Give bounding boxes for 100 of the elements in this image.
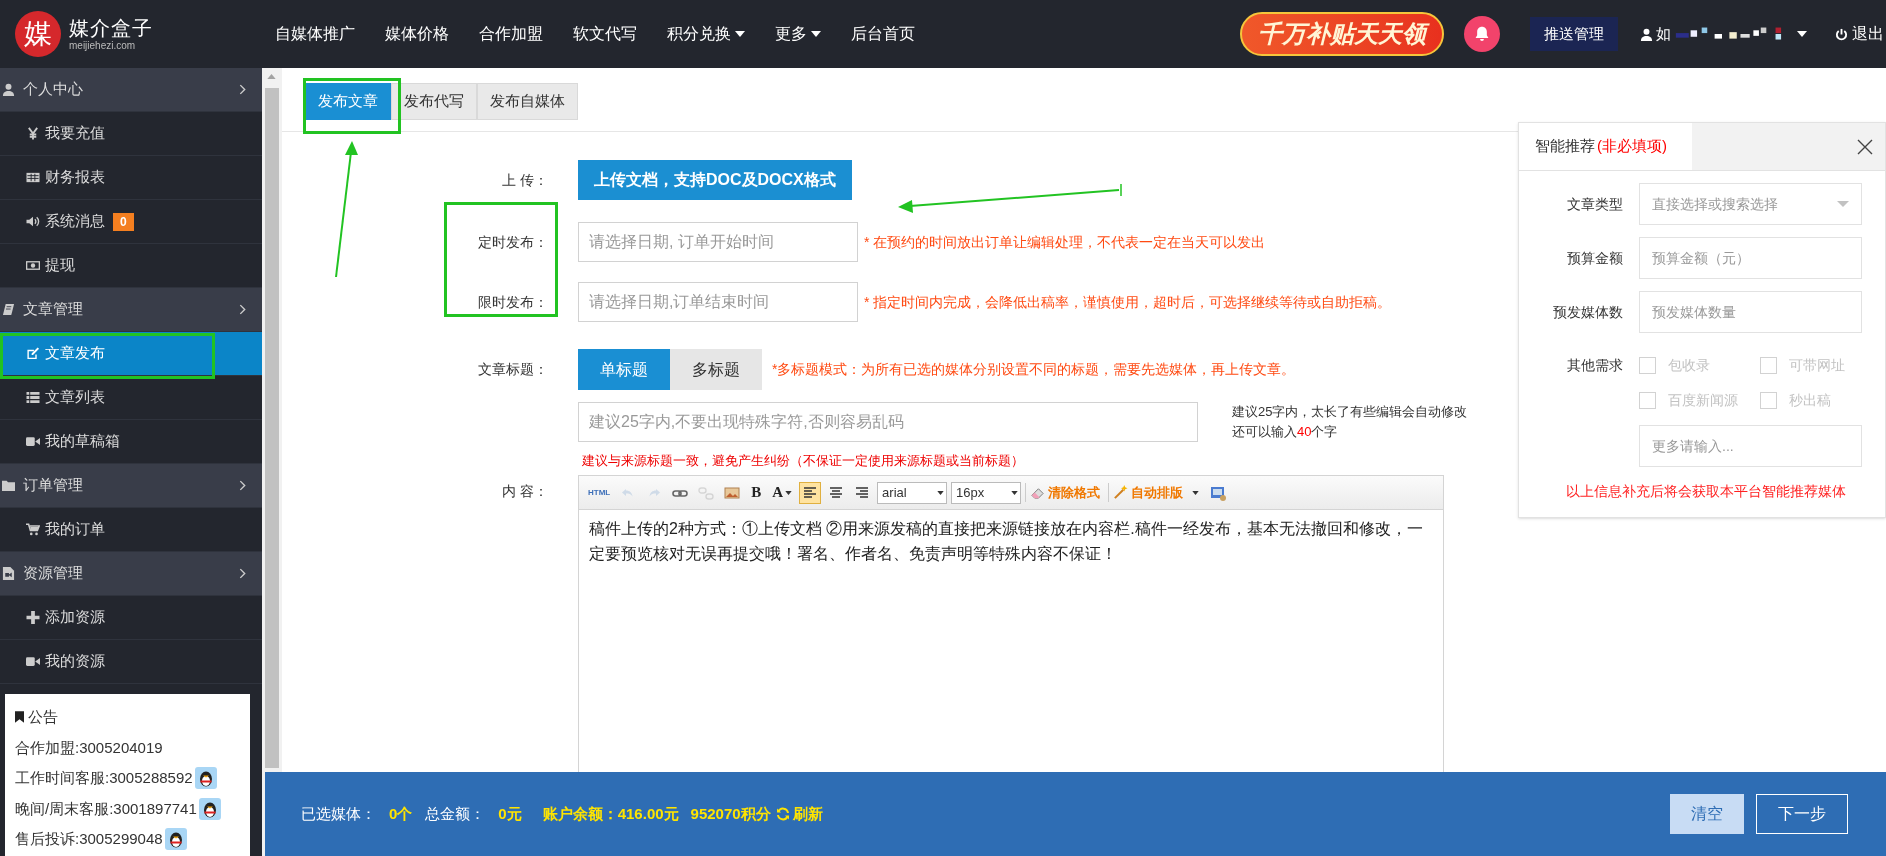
field-label: 文章标题： xyxy=(477,360,549,379)
input-field[interactable]: 预算金额（元） xyxy=(1639,237,1862,279)
caret-icon xyxy=(1797,31,1807,37)
penguin-icon[interactable] xyxy=(198,797,221,820)
points-text: 952070积分 xyxy=(690,803,771,824)
item-label: 文章列表 xyxy=(45,387,105,408)
date-field[interactable]: 请选择日期,订单结束时间 xyxy=(578,282,858,322)
banknote-icon xyxy=(26,259,40,272)
title-mode-toggle[interactable]: 单标题 xyxy=(578,349,670,390)
notes-field[interactable]: 更多请输入... xyxy=(1639,425,1862,467)
notification-button[interactable] xyxy=(1464,16,1500,52)
title-field[interactable]: 建议25字内,不要出现特殊字符,否则容易乱码 xyxy=(578,402,1198,442)
html-button[interactable]: HTML xyxy=(585,486,614,499)
promo-banner[interactable]: 千万补贴天天领 xyxy=(1240,12,1444,56)
nav-link[interactable]: 软文代写 xyxy=(573,22,637,46)
tab[interactable]: 发布自媒体 xyxy=(477,83,578,120)
caret-icon xyxy=(1192,490,1200,495)
contact-line: 工作时间客服:3005288592 xyxy=(15,768,193,788)
field-label: 限时发布： xyxy=(477,292,549,312)
sidebar-item[interactable]: 文章发布 xyxy=(0,332,262,376)
font-color-button[interactable]: A xyxy=(769,481,796,504)
field-label: 文章类型 xyxy=(1566,194,1624,214)
announcement-title: 公告 xyxy=(28,707,58,727)
upload-button[interactable]: 上传文档，支持DOC及DOCX格式 xyxy=(578,160,852,200)
chevron-icon xyxy=(239,480,246,491)
next-step-button[interactable]: 下一步 xyxy=(1756,794,1848,834)
align-left-button[interactable] xyxy=(799,481,822,504)
logout-link[interactable]: 退出 xyxy=(1835,22,1886,46)
remaining-count-text: 还可以输入40个字 xyxy=(1232,423,1339,441)
hint-text: 建议25字内，太长了有些编辑会自动修改 xyxy=(1232,403,1468,421)
align-center-icon xyxy=(828,484,845,501)
title-mode-toggle[interactable]: 多标题 xyxy=(670,349,762,390)
item-label: 我的订单 xyxy=(45,519,105,540)
editor-content: 稿件上传的2种方式：①上传文档 ②用来源发稿的直接把来源链接放在内容栏.稿件一经发布，基本无法撤回和修改，一定要预览核对无误再提交哦！署名、作者名、免责声明等特殊内容不保证！ xyxy=(588,519,1424,564)
field-label: 预算金额 xyxy=(1566,248,1624,268)
caret-icon xyxy=(811,31,821,37)
summary-value: 0元 xyxy=(498,803,522,824)
summary-label: 总金额： xyxy=(425,803,486,824)
logo-name: 媒介盒子 xyxy=(69,17,153,38)
tab[interactable]: 发布代写 xyxy=(391,83,477,120)
chevron-icon xyxy=(239,84,246,95)
nav-link[interactable]: 媒体价格 xyxy=(385,22,449,46)
recommend-note: 以上信息补充后将会获取本平台智能推荐媒体 xyxy=(1566,483,1846,499)
cart-icon xyxy=(26,523,40,536)
push-management-button[interactable]: 推送管理 xyxy=(1530,17,1618,51)
font-select[interactable]: arial xyxy=(877,481,948,504)
bell-icon xyxy=(1473,25,1491,43)
item-label: 我的资源 xyxy=(45,651,105,672)
scrollbar[interactable] xyxy=(262,68,282,856)
book-icon xyxy=(2,303,15,316)
item-label: 添加资源 xyxy=(45,607,105,628)
nav-link[interactable]: 积分兑换 xyxy=(667,22,745,46)
nav-link[interactable]: 合作加盟 xyxy=(479,22,543,46)
item-label: 文章发布 xyxy=(45,343,105,364)
balance-text: 账户余额：416.00元 xyxy=(542,803,679,824)
scrollbar-thumb[interactable] xyxy=(265,88,279,768)
clear-button[interactable]: 清空 xyxy=(1670,794,1744,834)
checkbox[interactable] xyxy=(1639,392,1656,409)
font-select[interactable]: 16px xyxy=(951,481,1022,504)
align-right-icon xyxy=(854,484,871,501)
sidebar-group[interactable]: 个人中心 xyxy=(0,68,262,112)
caret-icon xyxy=(735,31,745,37)
user-menu[interactable]: 如 xyxy=(1640,22,1807,46)
close-icon xyxy=(1857,138,1873,155)
logo-domain: meijiehezi.com xyxy=(69,40,137,51)
input-field[interactable]: 预发媒体数量 xyxy=(1639,291,1862,333)
sidebar-group[interactable]: 资源管理 xyxy=(0,552,262,596)
checkbox[interactable] xyxy=(1760,357,1777,374)
sidebar-group[interactable]: 订单管理 xyxy=(0,464,262,508)
panel-tab[interactable]: 智能推荐(非必填项) xyxy=(1519,123,1692,170)
scroll-up-icon xyxy=(267,74,276,79)
penguin-icon[interactable] xyxy=(164,828,187,851)
refresh-link[interactable]: 刷新 xyxy=(775,802,823,826)
bold-button[interactable]: B xyxy=(747,481,766,504)
checkbox[interactable] xyxy=(1760,392,1777,409)
broken-link-icon xyxy=(698,484,715,501)
folder-icon xyxy=(2,479,15,492)
field-label: 内 容： xyxy=(501,482,549,501)
edit-icon xyxy=(26,347,40,360)
penguin-icon[interactable] xyxy=(194,767,217,790)
eraser-icon xyxy=(1030,485,1046,500)
field-label: 其他需求 xyxy=(1566,356,1624,375)
nav-link[interactable]: 自媒体推广 xyxy=(275,22,355,46)
group-label: 文章管理 xyxy=(23,299,84,320)
plus-icon xyxy=(26,611,40,624)
nav-link[interactable]: 后台首页 xyxy=(851,22,915,46)
item-label: 系统消息 xyxy=(45,211,105,232)
optional-note: (非必填项) xyxy=(1597,136,1667,157)
nav-link[interactable]: 更多 xyxy=(775,22,821,46)
tab[interactable]: 发布文章 xyxy=(305,83,391,120)
checkbox[interactable] xyxy=(1639,357,1656,374)
sidebar-group[interactable]: 文章管理 xyxy=(0,288,262,332)
hint-text: *多标题模式：为所有已选的媒体分别设置不同的标题，需要先选媒体，再上传文章。 xyxy=(772,360,1296,379)
user-name: 如 xyxy=(1656,23,1671,44)
group-label: 个人中心 xyxy=(23,79,84,100)
hint-text: * 在预约的时间放出订单让编辑处理，不代表一定在当天可以发出 xyxy=(864,232,1266,252)
contact-line: 合作加盟:3005204019 xyxy=(15,737,163,758)
contact-line: 售后投诉:3005299048 xyxy=(15,829,163,849)
bookmark-icon xyxy=(15,711,24,724)
date-field[interactable]: 请选择日期, 订单开始时间 xyxy=(578,222,858,262)
